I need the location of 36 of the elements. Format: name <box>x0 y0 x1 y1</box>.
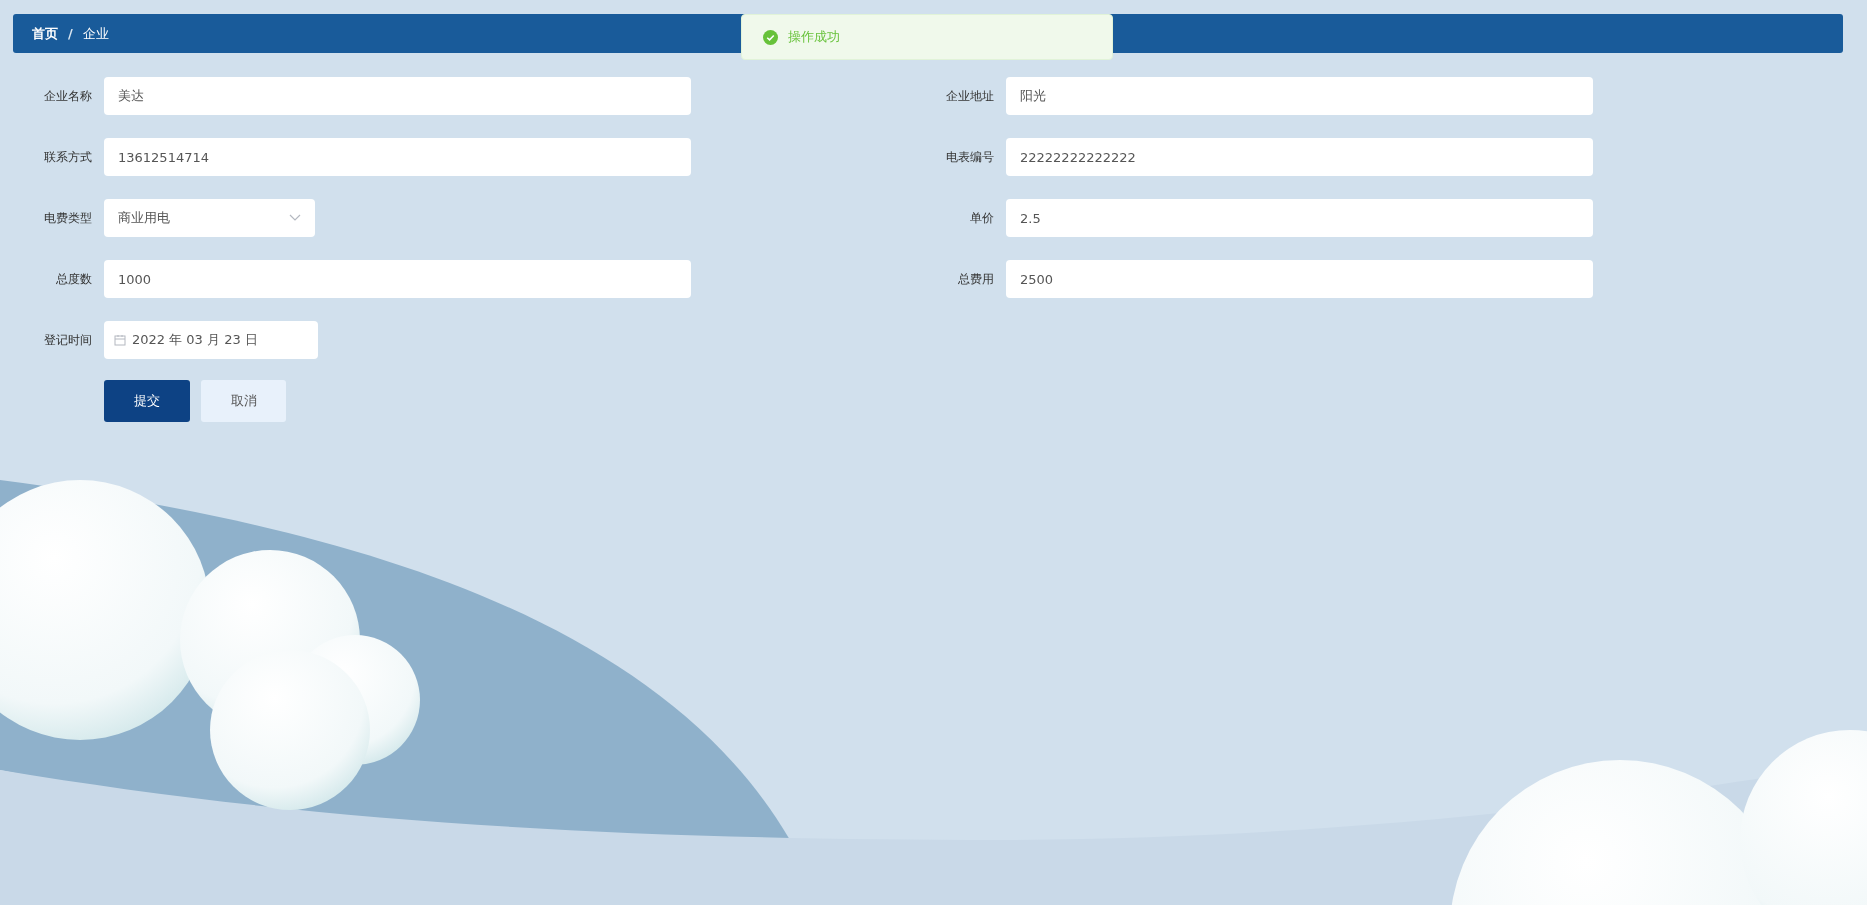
input-field[interactable]: 13612514714 <box>104 138 691 176</box>
field-value: 2.5 <box>1020 210 1041 226</box>
breadcrumb-link[interactable]: 企业 <box>82 24 109 43</box>
field-value: 2500 <box>1020 271 1054 287</box>
breadcrumb-link[interactable]: 首页 <box>32 24 58 43</box>
date-field[interactable]: 2022 年 03 月 23 日 <box>104 321 318 359</box>
field-label: 电费类型 <box>43 209 92 227</box>
field-value: 1000 <box>118 271 152 287</box>
field-value: 2022 年 03 月 23 日 <box>132 331 258 349</box>
field-value: 22222222222222 <box>1020 149 1136 165</box>
field-label: 企业名称 <box>43 87 92 105</box>
input-field[interactable]: 阳光 <box>1006 77 1593 115</box>
input-field[interactable]: 2500 <box>1006 260 1593 298</box>
field-label: 联系方式 <box>43 148 92 166</box>
field-value: 阳光 <box>1020 87 1046 105</box>
field-value: 商业用电 <box>118 209 170 227</box>
input-field[interactable]: 美达 <box>104 77 691 115</box>
cancel-button[interactable]: 取消 <box>201 380 286 422</box>
input-field[interactable]: 22222222222222 <box>1006 138 1593 176</box>
breadcrumb-separator: / <box>68 26 73 41</box>
chevron-down-icon <box>289 214 301 222</box>
field-label: 电表编号 <box>945 148 994 166</box>
calendar-icon <box>114 334 126 346</box>
field-label: 总度数 <box>55 270 92 288</box>
field-label: 总费用 <box>957 270 994 288</box>
field-label: 单价 <box>969 209 994 227</box>
toast-message: 操作成功 <box>788 28 840 46</box>
input-field[interactable]: 2.5 <box>1006 199 1593 237</box>
field-value: 美达 <box>118 87 144 105</box>
submit-button[interactable]: 提交 <box>104 380 190 422</box>
field-label: 登记时间 <box>43 331 92 349</box>
field-value: 13612514714 <box>118 149 209 165</box>
field-label: 企业地址 <box>945 87 994 105</box>
select-field[interactable]: 商业用电 <box>104 199 315 237</box>
check-circle-icon <box>763 29 778 45</box>
input-field[interactable]: 1000 <box>104 260 691 298</box>
